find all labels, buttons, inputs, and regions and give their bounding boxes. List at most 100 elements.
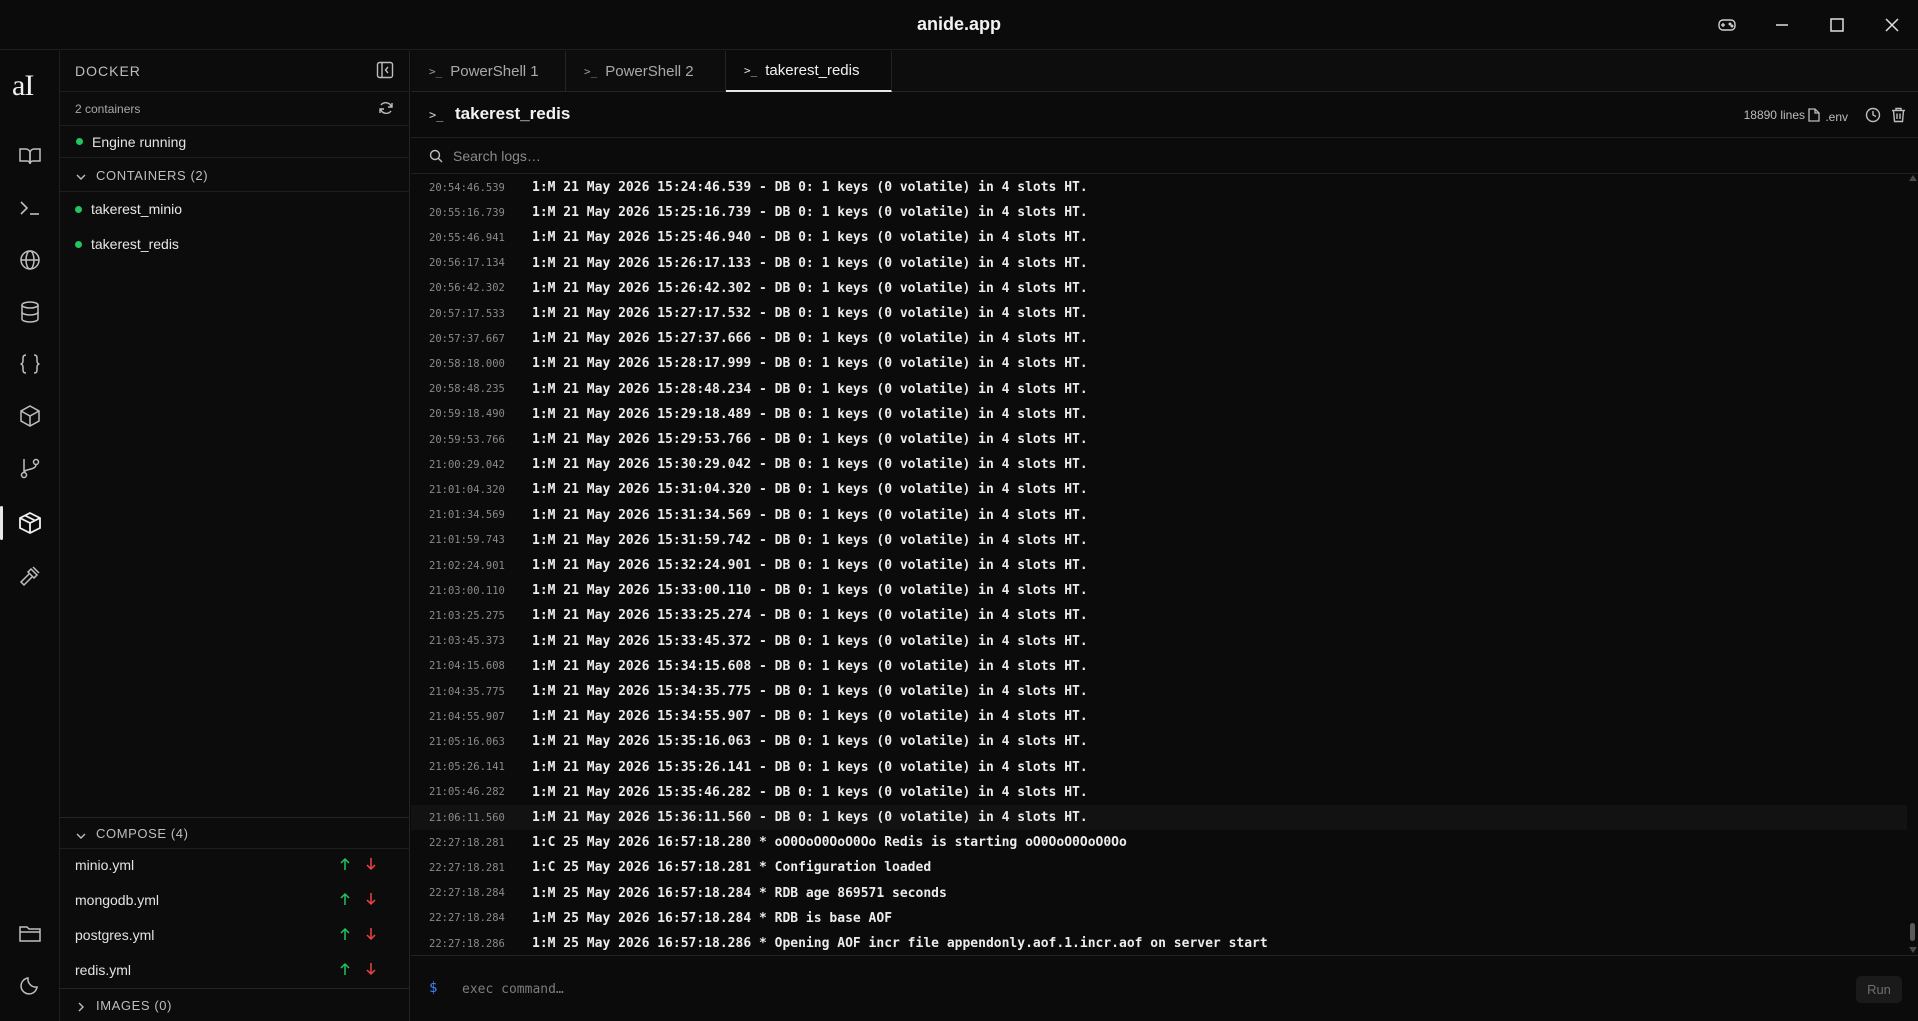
log-message: 1:M 21 May 2026 15:27:17.532 - DB 0: 1 k…	[532, 306, 1088, 321]
git-branch-icon[interactable]	[14, 452, 46, 484]
search-input[interactable]	[453, 145, 1153, 167]
log-line: 21:05:26.141 1:M 21 May 2026 15:35:26.141…	[411, 755, 1907, 780]
log-message: 1:M 21 May 2026 15:33:25.274 - DB 0: 1 k…	[532, 608, 1088, 624]
trash-icon[interactable]	[1891, 107, 1906, 128]
log-timestamp: 20:57:17.533	[429, 307, 505, 320]
containers-header: CONTAINERS (2)	[96, 168, 209, 183]
collapse-sidebar-icon[interactable]	[376, 61, 396, 81]
app-logo: aI	[12, 69, 34, 102]
images-section-header[interactable]: IMAGES (0)	[60, 988, 410, 1021]
command-input[interactable]	[462, 978, 1662, 1000]
container-status-dot	[75, 205, 82, 213]
log-line: 21:06:11.560 1:M 21 May 2026 15:36:11.560…	[411, 805, 1907, 830]
log-timestamp: 21:05:26.141	[429, 761, 505, 774]
log-line: 20:55:46.941 1:M 21 May 2026 15:25:46.940…	[411, 225, 1907, 250]
arrow-up-icon[interactable]	[339, 892, 351, 909]
tab-powershell-1[interactable]: >_ PowerShell 1	[411, 51, 566, 92]
log-timestamp: 20:55:16.739	[429, 206, 505, 219]
container-status-dot	[75, 240, 82, 248]
log-line: 22:27:18.281 1:C 25 May 2026 16:57:18.281…	[411, 855, 1907, 880]
docker-sidebar: DOCKER 2 containers Engine running CONTA…	[60, 51, 410, 1021]
book-icon[interactable]	[14, 140, 46, 172]
clock-icon[interactable]	[1865, 107, 1881, 128]
log-scrollbar[interactable]	[1907, 175, 1918, 955]
command-bar: $ Run	[411, 955, 1918, 1021]
arrow-up-icon[interactable]	[339, 962, 351, 979]
log-timestamp: 21:00:29.042	[429, 458, 505, 471]
log-line: 20:56:42.302 1:M 21 May 2026 15:26:42.302…	[411, 276, 1907, 301]
maximize-icon[interactable]	[1824, 12, 1850, 38]
sidebar-header: DOCKER	[60, 51, 410, 92]
log-line: 20:57:37.667 1:M 21 May 2026 15:27:37.666…	[411, 326, 1907, 351]
log-timestamp: 21:03:25.275	[429, 609, 505, 622]
compose-section-header[interactable]: COMPOSE (4)	[60, 817, 410, 849]
container-item[interactable]: takerest_minio	[75, 201, 182, 217]
log-line: 21:03:00.110 1:M 21 May 2026 15:33:00.110…	[411, 578, 1907, 603]
log-timestamp: 20:59:18.490	[429, 408, 505, 421]
braces-icon[interactable]	[14, 348, 46, 380]
log-line: 21:03:45.373 1:M 21 May 2026 15:33:45.372…	[411, 629, 1907, 654]
log-header: >_ takerest_redis 18890 lines .env	[411, 92, 1918, 138]
log-message: 1:M 21 May 2026 15:36:11.560 - DB 0: 1 k…	[532, 810, 1088, 825]
compose-item[interactable]: minio.yml	[75, 849, 395, 881]
moon-icon[interactable]	[14, 969, 46, 1001]
log-message: 1:M 21 May 2026 15:35:46.282 - DB 0: 1 k…	[532, 784, 1088, 800]
arrow-down-icon[interactable]	[365, 857, 377, 874]
folder-icon[interactable]	[14, 917, 46, 949]
tab-takerest-redis[interactable]: >_ takerest_redis	[726, 51, 892, 92]
container-item[interactable]: takerest_redis	[75, 236, 179, 252]
log-line: 21:04:15.608 1:M 21 May 2026 15:34:15.608…	[411, 654, 1907, 679]
log-message: 1:M 21 May 2026 15:30:29.042 - DB 0: 1 k…	[532, 457, 1088, 473]
containers-section-header[interactable]: CONTAINERS (2)	[60, 158, 410, 192]
refresh-icon[interactable]	[378, 100, 396, 118]
log-timestamp: 22:27:18.281	[429, 861, 505, 874]
tab-label: PowerShell 2	[605, 63, 694, 80]
scrollbar-thumb[interactable]	[1910, 923, 1915, 941]
package-icon[interactable]	[14, 400, 46, 432]
log-message: 1:M 21 May 2026 15:31:04.320 - DB 0: 1 k…	[532, 482, 1088, 498]
run-button[interactable]: Run	[1856, 976, 1902, 1003]
chevron-right-icon	[76, 999, 86, 1017]
arrow-down-icon[interactable]	[365, 892, 377, 909]
compose-item[interactable]: postgres.yml	[75, 919, 395, 951]
log-line: 20:54:46.539 1:M 21 May 2026 15:24:46.539…	[411, 175, 1907, 200]
log-timestamp: 21:04:35.775	[429, 685, 505, 698]
database-icon[interactable]	[14, 296, 46, 328]
arrow-down-icon[interactable]	[365, 962, 377, 979]
container-count-row: 2 containers	[60, 92, 410, 126]
log-timestamp: 21:04:55.907	[429, 710, 505, 723]
log-timestamp: 22:27:18.286	[429, 937, 505, 950]
terminal-icon: >_	[429, 65, 443, 78]
log-message: 1:M 21 May 2026 15:34:55.907 - DB 0: 1 k…	[532, 709, 1088, 725]
arrow-up-icon[interactable]	[339, 857, 351, 874]
log-message: 1:M 21 May 2026 15:29:53.766 - DB 0: 1 k…	[532, 432, 1088, 447]
gamepad-icon[interactable]	[1714, 12, 1740, 38]
line-count: 18890 lines	[1743, 108, 1805, 122]
compose-file-name: postgres.yml	[75, 927, 155, 943]
log-line: 22:27:18.284 1:M 25 May 2026 16:57:18.284…	[411, 906, 1907, 931]
globe-icon[interactable]	[14, 244, 46, 276]
sidebar-title: DOCKER	[75, 63, 141, 79]
log-line: 21:02:24.901 1:M 21 May 2026 15:32:24.901…	[411, 553, 1907, 578]
log-message: 1:M 21 May 2026 15:26:17.133 - DB 0: 1 k…	[532, 255, 1088, 271]
docker-icon[interactable]	[14, 507, 46, 539]
log-message: 1:M 21 May 2026 15:25:46.940 - DB 0: 1 k…	[532, 230, 1088, 246]
log-message: 1:M 21 May 2026 15:33:00.110 - DB 0: 1 k…	[532, 583, 1088, 599]
terminal-icon: >_	[584, 65, 598, 78]
log-message: 1:C 25 May 2026 16:57:18.281 * Configura…	[532, 860, 932, 876]
log-line: 20:55:16.739 1:M 21 May 2026 15:25:16.739…	[411, 200, 1907, 225]
terminal-icon[interactable]	[14, 192, 46, 224]
compose-item[interactable]: redis.yml	[75, 954, 395, 986]
hammer-icon[interactable]	[14, 560, 46, 592]
log-line: 21:01:34.569 1:M 21 May 2026 15:31:34.569…	[411, 503, 1907, 528]
env-button[interactable]: .env	[1808, 108, 1848, 125]
minimize-icon[interactable]	[1769, 12, 1795, 38]
log-search-bar	[411, 138, 1918, 174]
tab-powershell-2[interactable]: >_ PowerShell 2	[566, 51, 726, 92]
compose-item[interactable]: mongodb.yml	[75, 884, 395, 916]
arrow-down-icon[interactable]	[365, 927, 377, 944]
log-message: 1:C 25 May 2026 16:57:18.280 * oO0OoO0Oo…	[532, 835, 1127, 851]
close-icon[interactable]	[1879, 12, 1905, 38]
arrow-up-icon[interactable]	[339, 927, 351, 944]
log-line: 20:58:48.235 1:M 21 May 2026 15:28:48.234…	[411, 377, 1907, 402]
